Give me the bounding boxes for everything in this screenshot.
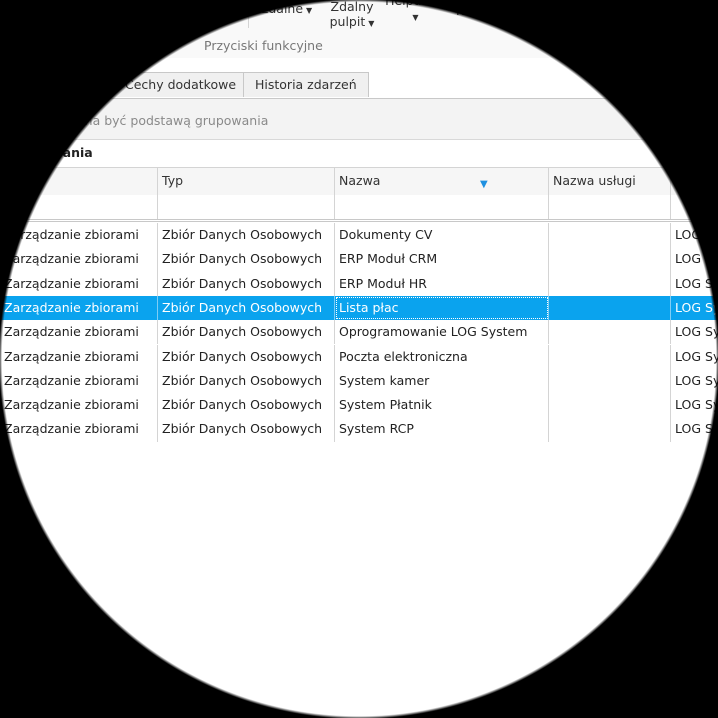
helpdesk-button[interactable]: Helpdesk ▼ — [384, 0, 444, 25]
table-row[interactable]: Zarządzanie zbiorami Zbiór Danych Osobowy… — [0, 271, 718, 296]
table-row[interactable]: Zarządzanie zbiorami Zbiór Danych Osobowy… — [0, 295, 718, 321]
cell-service-name[interactable] — [549, 271, 671, 296]
cell-provider[interactable]: LOG System — [671, 417, 718, 441]
cell-name[interactable]: Oprogramowanie LOG System — [335, 320, 549, 345]
table-row[interactable]: Zarządzanie zbiorami Zbiór Danych Osobowy… — [0, 247, 718, 272]
ribbon-separator — [248, 4, 249, 28]
app-window: Połączenia zdalne▼ Zdalny pulpit▼ Helpde… — [0, 0, 718, 718]
table-row[interactable]: Zarządzanie zbiorami Zbiór Danych Osobowy… — [0, 368, 718, 394]
cell-name[interactable]: System kamer — [335, 368, 549, 394]
table-row[interactable]: Zarządzanie zbiorami Zbiór Danych Osobowy… — [0, 320, 718, 345]
cell-provider[interactable]: LOG System — [671, 393, 718, 417]
ribbon-group-label: Przyciski funkcyjne — [204, 38, 323, 53]
column-header-label: Typ — [162, 173, 184, 188]
tab-label: Historia zdarzeń — [255, 77, 357, 92]
remote-connections-button[interactable]: Połączenia zdalne▼ — [252, 0, 322, 18]
tab-strip: Cechy dodatkowe Historia zdarzeń — [0, 58, 718, 99]
column-header-category[interactable]: Kategoria — [0, 168, 158, 195]
cell-category[interactable]: Zarządzanie zbiorami — [0, 393, 158, 418]
table-row[interactable]: Zarządzanie zbiorami Zbiór Danych Osobowy… — [0, 223, 718, 248]
cell-service-name[interactable] — [549, 320, 671, 345]
column-header-name[interactable]: Nazwa — [335, 168, 549, 195]
filter-cell-type[interactable] — [158, 195, 335, 219]
chevron-down-icon: ▼ — [306, 6, 313, 15]
viewport: Połączenia zdalne▼ Zdalny pulpit▼ Helpde… — [0, 0, 718, 718]
cell-type[interactable]: Zbiór Danych Osobowych — [158, 320, 335, 345]
filter-row — [0, 195, 718, 222]
cell-name[interactable]: System Płatnik — [335, 393, 549, 418]
helpdesk-label: Helpdesk — [385, 0, 443, 8]
cell-category[interactable]: Zarządzanie zbiorami — [0, 295, 158, 321]
cell-name[interactable]: ERP Moduł HR — [335, 271, 549, 296]
column-header-provider[interactable]: Dostawca — [671, 168, 718, 195]
table-row[interactable]: Zarządzanie zbiorami Zbiór Danych Osobowy… — [0, 344, 718, 369]
cell-category[interactable]: Zarządzanie zbiorami — [0, 344, 158, 369]
filter-cell-name[interactable] — [335, 195, 549, 219]
chevron-down-icon: ▼ — [412, 13, 419, 22]
cell-service-name[interactable] — [549, 223, 671, 248]
data-grid: Zbiory danych osobowych w systemie oprog… — [0, 140, 718, 442]
cell-name[interactable]: Dokumenty CV — [335, 223, 549, 248]
cell-provider[interactable]: LOG System — [671, 345, 718, 369]
cell-category[interactable]: Zarządzanie zbiorami — [0, 247, 158, 272]
cell-name[interactable]: Poczta elektroniczna — [335, 344, 549, 369]
grid-header-row: Kategoria Typ ▼ Nazwa ▲ Nazwa usługi Dos… — [0, 167, 718, 207]
column-header-type[interactable]: Typ ▼ — [158, 168, 488, 195]
column-header-label: Nazwa usługi — [553, 173, 636, 188]
table-row[interactable]: Zarządzanie zbiorami Zbiór Danych Osobowy… — [0, 417, 718, 442]
cell-category[interactable]: Zarządzanie zbiorami — [0, 417, 158, 442]
cell-type[interactable]: Zbiór Danych Osobowych — [158, 223, 335, 248]
cell-name[interactable]: System RCP — [335, 417, 549, 442]
cell-type[interactable]: Zbiór Danych Osobowych — [158, 368, 335, 394]
ribbon: Połączenia zdalne▼ Zdalny pulpit▼ Helpde… — [0, 0, 718, 59]
cell-provider[interactable]: LOG System — [671, 320, 718, 344]
filter-cell-provider[interactable] — [671, 195, 718, 219]
tab-label: Cechy dodatkowe — [125, 77, 237, 92]
tools-label: Narzędzia — [456, 3, 516, 18]
table-row[interactable]: Zarządzanie zbiorami Zbiór Danych Osobowy… — [0, 393, 718, 418]
cell-type[interactable]: Zbiór Danych Osobowych — [158, 247, 335, 272]
remote-desktop-button[interactable]: Zdalny pulpit ▼ — [322, 0, 382, 31]
column-header-label: Kategoria — [0, 173, 21, 188]
cell-service-name[interactable] — [549, 393, 671, 418]
cell-provider[interactable]: LOG System — [671, 223, 718, 247]
cell-service-name[interactable] — [549, 247, 671, 272]
cell-category[interactable]: Zarządzanie zbiorami — [0, 368, 158, 394]
filter-cell-service-name[interactable] — [549, 195, 671, 219]
cell-category[interactable]: Zarządzanie zbiorami — [0, 320, 158, 345]
cell-type[interactable]: Zbiór Danych Osobowych — [158, 393, 335, 418]
cell-provider[interactable]: LOG System — [671, 369, 718, 393]
cell-type[interactable]: Zbiór Danych Osobowych — [158, 271, 335, 296]
tools-button[interactable]: Narzędzia — [448, 3, 516, 19]
column-header-service-name[interactable]: Nazwa usługi — [549, 168, 671, 195]
cell-type[interactable]: Zbiór Danych Osobowych — [158, 295, 335, 321]
cell-service-name[interactable] — [549, 417, 671, 442]
cell-category[interactable]: Zarządzanie zbiorami — [0, 271, 158, 296]
cell-type[interactable]: Zbiór Danych Osobowych — [158, 344, 335, 369]
cell-provider[interactable]: LOG System — [671, 296, 718, 320]
cell-type[interactable]: Zbiór Danych Osobowych — [158, 417, 335, 442]
column-header-label: Nazwa — [339, 173, 381, 188]
tab-event-history[interactable]: Historia zdarzeń — [243, 72, 369, 97]
column-header-label: Dostawca — [675, 173, 718, 188]
cell-service-name[interactable] — [549, 368, 671, 394]
chevron-down-icon: ▼ — [368, 19, 375, 28]
remote-desktop-label: Zdalny pulpit — [329, 0, 374, 29]
cell-provider[interactable]: LOG System — [671, 272, 718, 296]
cell-service-name[interactable] — [549, 295, 671, 321]
filter-cell-category[interactable] — [0, 195, 158, 219]
grid-caption: Zbiory danych osobowych w systemie oprog… — [0, 145, 93, 160]
cell-service-name[interactable] — [549, 344, 671, 369]
group-by-panel[interactable]: Przeciągnij nagłówek kolumny, jeśli ma o… — [0, 99, 718, 140]
cell-category[interactable]: Zarządzanie zbiorami — [0, 223, 158, 248]
cell-name[interactable]: ERP Moduł CRM — [335, 247, 549, 272]
cell-provider[interactable]: LOG System — [671, 247, 718, 271]
group-by-hint: Przeciągnij nagłówek kolumny, jeśli ma o… — [0, 113, 269, 128]
tab-additional-features[interactable]: Cechy dodatkowe — [112, 72, 263, 97]
cell-name[interactable]: Lista płac — [335, 295, 549, 321]
